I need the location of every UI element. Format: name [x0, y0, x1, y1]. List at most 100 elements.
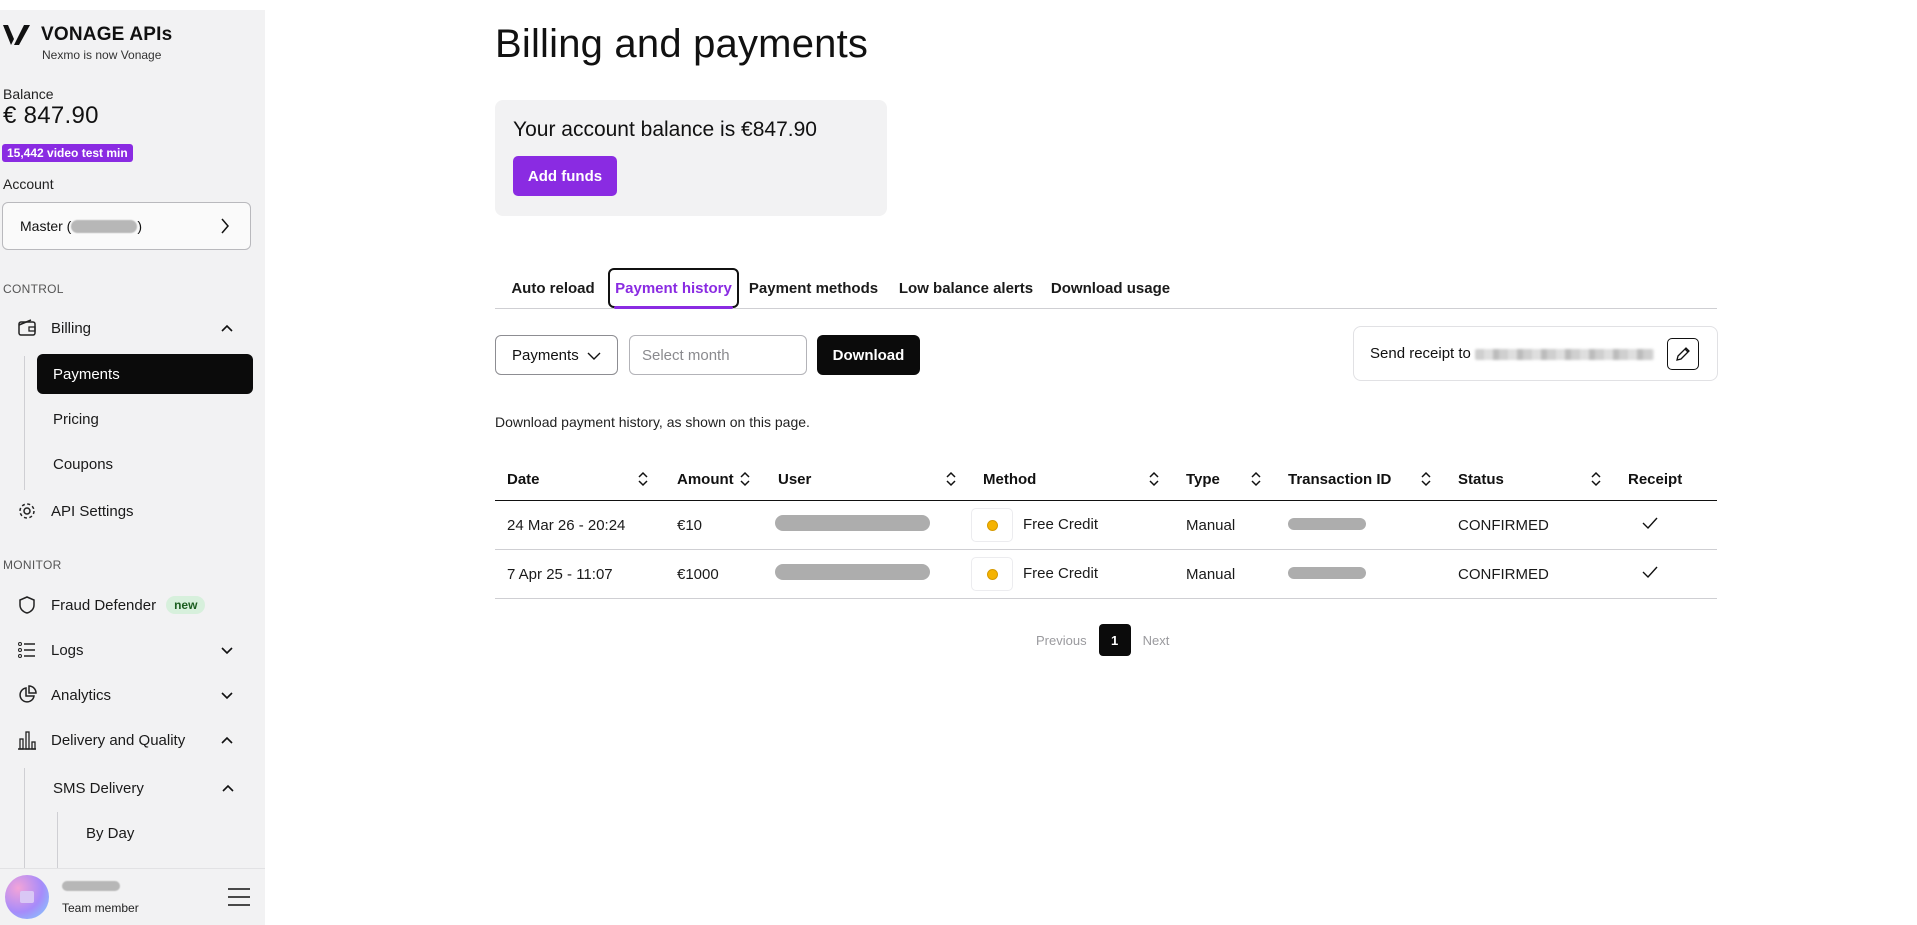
account-selector[interactable]: Master ( )	[2, 202, 251, 250]
nav-pricing[interactable]: Pricing	[37, 399, 253, 439]
nav-logs[interactable]: Logs	[16, 633, 252, 667]
transaction-id-redacted	[1288, 517, 1366, 530]
nav-logs-label: Logs	[51, 641, 84, 659]
table-row: 24 Mar 26 - 20:24 €10 Free Credit Manual…	[495, 500, 1717, 550]
user-role: Team member	[62, 901, 139, 915]
tab-payment-history[interactable]: Payment history	[608, 268, 739, 309]
hamburger-menu-icon[interactable]	[227, 887, 251, 907]
balance-label: Balance	[3, 86, 54, 102]
download-button[interactable]: Download	[817, 335, 920, 375]
sort-icon	[740, 471, 750, 487]
billing-tree-line	[24, 356, 25, 490]
pie-chart-icon	[16, 684, 38, 706]
col-amount-label: Amount	[677, 470, 734, 488]
delivery-tree-line	[24, 768, 25, 878]
col-date-label: Date	[507, 470, 540, 488]
gear-icon	[16, 500, 38, 522]
page-title: Billing and payments	[495, 22, 869, 66]
pencil-icon	[1676, 347, 1690, 361]
list-icon	[16, 639, 38, 661]
nav-coupons[interactable]: Coupons	[37, 444, 253, 484]
col-transaction-id[interactable]: Transaction ID	[1276, 458, 1446, 501]
new-badge: new	[166, 596, 206, 614]
method-label: Free Credit	[1023, 515, 1099, 533]
cell-date: 24 Mar 26 - 20:24	[495, 500, 665, 550]
cell-transaction-id	[1276, 549, 1446, 599]
nav-sms-delivery-label: SMS Delivery	[53, 779, 144, 797]
sidebar: VONAGE APIs Nexmo is now Vonage Balance …	[0, 10, 265, 925]
nav-billing-label: Billing	[51, 319, 92, 337]
payment-history-table: Date Amount User Method Type Transaction…	[495, 458, 1717, 599]
checkmark-icon[interactable]	[1642, 565, 1658, 579]
pagination-previous[interactable]: Previous	[1036, 633, 1087, 648]
pagination-next[interactable]: Next	[1143, 633, 1170, 648]
control-heading: CONTROL	[3, 282, 64, 296]
nav-analytics[interactable]: Analytics	[16, 678, 252, 712]
chevron-down-icon	[221, 692, 233, 700]
sort-icon	[1591, 471, 1601, 487]
chevron-down-icon	[221, 647, 233, 655]
sort-icon	[1421, 471, 1431, 487]
add-funds-button[interactable]: Add funds	[513, 156, 617, 196]
sort-icon	[946, 471, 956, 487]
monitor-heading: MONITOR	[3, 558, 62, 572]
table-header-row: Date Amount User Method Type Transaction…	[495, 458, 1717, 501]
pagination: Previous 1 Next	[1036, 623, 1169, 657]
chevron-right-icon	[221, 218, 229, 234]
nav-sms-delivery[interactable]: SMS Delivery	[37, 768, 253, 808]
cell-user	[766, 500, 971, 550]
col-transaction-id-label: Transaction ID	[1288, 470, 1392, 488]
col-amount[interactable]: Amount	[665, 458, 766, 501]
checkmark-icon[interactable]	[1642, 516, 1658, 530]
tab-download-usage[interactable]: Download usage	[1048, 268, 1173, 308]
cell-method: Free Credit	[971, 549, 1174, 599]
payments-filter-select[interactable]: Payments	[495, 335, 618, 375]
brand-subtitle: Nexmo is now Vonage	[42, 48, 162, 62]
nav-delivery-quality[interactable]: Delivery and Quality	[16, 723, 252, 757]
send-receipt-label: Send receipt to	[1370, 345, 1471, 362]
nav-api-settings[interactable]: API Settings	[16, 494, 252, 528]
cell-type: Manual	[1174, 500, 1276, 550]
user-redacted	[775, 515, 930, 531]
cell-receipt	[1616, 500, 1717, 550]
cell-transaction-id	[1276, 500, 1446, 550]
col-type[interactable]: Type	[1174, 458, 1276, 501]
receipt-email-redacted	[1475, 349, 1654, 360]
cell-type: Manual	[1174, 549, 1276, 599]
pagination-page-1[interactable]: 1	[1098, 624, 1131, 656]
cell-date: 7 Apr 25 - 11:07	[495, 549, 665, 599]
video-minutes-badge: 15,442 video test min	[2, 144, 133, 162]
col-user[interactable]: User	[766, 458, 971, 501]
col-method[interactable]: Method	[971, 458, 1174, 501]
nav-billing[interactable]: Billing	[16, 311, 252, 345]
tab-payment-methods[interactable]: Payment methods	[745, 268, 882, 308]
col-status[interactable]: Status	[1446, 458, 1616, 501]
nav-by-day[interactable]: By Day	[70, 813, 253, 853]
col-date[interactable]: Date	[495, 458, 665, 501]
brand-name: VONAGE APIs	[41, 24, 173, 45]
tab-auto-reload[interactable]: Auto reload	[503, 268, 603, 308]
method-label: Free Credit	[1023, 564, 1099, 582]
payments-filter-value: Payments	[512, 346, 579, 364]
balance-card: Your account balance is €847.90 Add fund…	[495, 100, 887, 216]
nav-fraud-defender-label: Fraud Defender	[51, 596, 157, 614]
cell-receipt	[1616, 549, 1717, 599]
col-method-label: Method	[983, 470, 1037, 488]
month-input[interactable]	[629, 335, 807, 375]
send-receipt-box: Send receipt to	[1353, 326, 1718, 381]
tab-low-balance-alerts[interactable]: Low balance alerts	[896, 268, 1036, 308]
col-receipt-label: Receipt	[1628, 470, 1683, 488]
bar-chart-icon	[16, 729, 38, 751]
nav-fraud-defender[interactable]: Fraud Defender new	[16, 588, 252, 622]
shield-icon	[16, 594, 38, 616]
coin-icon	[971, 557, 1013, 591]
balance-message: Your account balance is €847.90	[513, 118, 817, 141]
brand-logo[interactable]: VONAGE APIs	[3, 24, 172, 46]
chevron-up-icon	[221, 736, 233, 744]
vonage-logo-icon	[3, 25, 30, 45]
sidebar-footer: Team member	[0, 868, 265, 925]
avatar[interactable]	[5, 875, 49, 919]
nav-payments[interactable]: Payments	[37, 354, 253, 394]
chevron-up-icon	[222, 784, 234, 792]
edit-receipt-button[interactable]	[1667, 338, 1699, 370]
